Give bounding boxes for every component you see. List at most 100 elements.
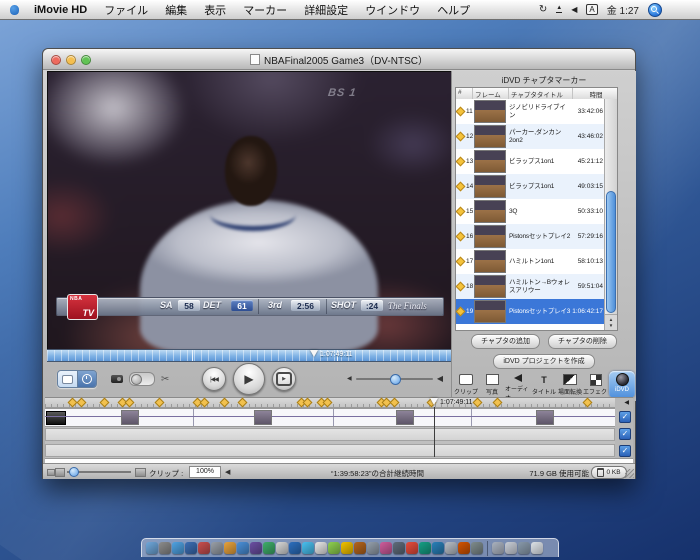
- video-track-checkbox[interactable]: ✓: [619, 411, 631, 423]
- create-idvd-project-button[interactable]: iDVD プロジェクトを作成: [493, 354, 594, 369]
- menu-help[interactable]: ヘルプ: [437, 2, 470, 18]
- menu-markers[interactable]: マーカー: [243, 2, 287, 18]
- volume-knob[interactable]: [390, 374, 401, 385]
- dock-icon[interactable]: [505, 542, 517, 554]
- chapter-row[interactable]: 17ハミルトン1on158:10:13: [456, 249, 605, 274]
- input-method-icon[interactable]: A: [586, 4, 597, 15]
- project-trash-button[interactable]: 0 KB: [591, 466, 627, 479]
- menu-advanced[interactable]: 詳細設定: [304, 2, 348, 18]
- dock-icon[interactable]: [185, 542, 197, 554]
- minimize-button[interactable]: [66, 55, 76, 65]
- zoom-button[interactable]: [81, 55, 91, 65]
- chapter-thumbnail: [474, 300, 506, 323]
- scrollbar-arrows[interactable]: ▲ ▼: [605, 314, 617, 330]
- audio1-track-checkbox[interactable]: ✓: [619, 428, 631, 440]
- dock-icon[interactable]: [393, 542, 405, 554]
- dock-icon[interactable]: [250, 542, 262, 554]
- volume-slider[interactable]: [356, 378, 433, 380]
- clip-segment-start[interactable]: [46, 411, 66, 425]
- dock-icon[interactable]: [198, 542, 210, 554]
- video-track[interactable]: [45, 408, 615, 427]
- chapter-row[interactable]: 11ジノビリドライブイン33:42:06: [456, 99, 605, 124]
- menu-edit[interactable]: 編集: [165, 2, 187, 18]
- chapter-row[interactable]: 12パーカー,ダンカン2on243:46:02: [456, 124, 605, 149]
- dock-icon[interactable]: [531, 542, 543, 554]
- tab-idvd[interactable]: iDVD: [609, 371, 635, 398]
- dock-icon[interactable]: [159, 542, 171, 554]
- delete-chapter-button[interactable]: チャプタの削除: [548, 334, 617, 349]
- chapter-row[interactable]: 14ビラップス1on149:03:15: [456, 174, 605, 199]
- chapter-row[interactable]: 19Pistonsセットプレイ31:06:42:17: [456, 299, 605, 324]
- sync-icon[interactable]: ↻: [539, 4, 547, 15]
- timeline-ruler[interactable]: [45, 398, 615, 408]
- tab-photos[interactable]: 写真: [479, 371, 505, 398]
- audio-track-1[interactable]: [45, 428, 615, 441]
- tab-audio[interactable]: オーディオ: [505, 371, 531, 398]
- dock-icon[interactable]: [224, 542, 236, 554]
- dock-icon[interactable]: [302, 542, 314, 554]
- clip-volume-icon[interactable]: ◀: [225, 468, 230, 476]
- chapter-row[interactable]: 13ビラップス1on145:21:12: [456, 149, 605, 174]
- dock-icon[interactable]: [471, 542, 483, 554]
- dock-icon[interactable]: [419, 542, 431, 554]
- clip-viewer-button[interactable]: [58, 371, 78, 387]
- play-button[interactable]: ▶: [233, 363, 265, 395]
- tab-transitions[interactable]: 場面転換: [557, 371, 583, 398]
- chapter-row[interactable]: 16Pistonsセットプレイ257:29:16: [456, 224, 605, 249]
- timeline-zoom-slider[interactable]: [67, 471, 131, 473]
- zoom-slider-knob[interactable]: [69, 467, 79, 477]
- audio-track-2[interactable]: [45, 444, 615, 457]
- tab-titles[interactable]: Tタイトル: [531, 371, 557, 398]
- chapter-scrollbar[interactable]: ▲ ▼: [604, 99, 617, 330]
- dock-icon[interactable]: [315, 542, 327, 554]
- title-bar[interactable]: NBAFinal2005 Game3（DV-NTSC）: [43, 49, 635, 70]
- dock-icon[interactable]: [328, 542, 340, 554]
- dock-icon[interactable]: [518, 542, 530, 554]
- chapter-row[interactable]: 18ハミルトン→Bウォレスアリウー59:51:04: [456, 274, 605, 299]
- dock-icon[interactable]: [146, 542, 158, 554]
- menu-app[interactable]: iMovie HD: [34, 4, 87, 16]
- resize-grip[interactable]: [625, 469, 634, 478]
- scroll-down-icon[interactable]: ▼: [609, 323, 613, 329]
- eject-icon[interactable]: ▲: [556, 6, 562, 13]
- dock-icon[interactable]: [237, 542, 249, 554]
- dock-icon[interactable]: [445, 542, 457, 554]
- tab-clips[interactable]: クリップ: [453, 371, 479, 398]
- dock-icon[interactable]: [354, 542, 366, 554]
- spotlight-icon[interactable]: [648, 3, 662, 17]
- timeline-viewer-button[interactable]: [78, 371, 97, 387]
- dock-icon[interactable]: [458, 542, 470, 554]
- dock-icon[interactable]: [172, 542, 184, 554]
- viewer-mode-switch[interactable]: [57, 370, 97, 388]
- menu-clock[interactable]: 金 1:27: [607, 2, 639, 17]
- menu-file[interactable]: ファイル: [104, 2, 148, 18]
- chapter-row[interactable]: 153Q50:33:10: [456, 199, 605, 224]
- volume-icon[interactable]: ◀: [571, 5, 577, 14]
- dock-icon[interactable]: [380, 542, 392, 554]
- menu-view[interactable]: 表示: [204, 2, 226, 18]
- dock-icon[interactable]: [263, 542, 275, 554]
- video-monitor[interactable]: BS 1 NBA TV SA 58 DET 61 3rd 2:56 SHOT :…: [47, 71, 453, 350]
- scrubber-playhead[interactable]: [310, 350, 318, 357]
- dock-icon[interactable]: [367, 542, 379, 554]
- fullscreen-button[interactable]: ▶: [272, 367, 296, 391]
- chapter-title: ハミルトン→Bウォレスアリウー: [507, 274, 572, 299]
- camera-edit-toggle[interactable]: [129, 372, 155, 386]
- scrollbar-thumb[interactable]: [606, 191, 616, 313]
- timeline-playhead[interactable]: [430, 398, 438, 405]
- audio2-track-checkbox[interactable]: ✓: [619, 445, 631, 457]
- close-button[interactable]: [51, 55, 61, 65]
- dock-icon[interactable]: [341, 542, 353, 554]
- apple-menu-icon[interactable]: [10, 5, 19, 15]
- dock-icon[interactable]: [276, 542, 288, 554]
- tab-effects[interactable]: エフェクト: [583, 371, 609, 398]
- clip-speed-field[interactable]: 100%: [189, 466, 221, 478]
- dock-icon[interactable]: [406, 542, 418, 554]
- dock-icon[interactable]: [492, 542, 504, 554]
- menu-window[interactable]: ウインドウ: [365, 2, 420, 18]
- add-chapter-button[interactable]: チャプタの追加: [471, 334, 540, 349]
- dock-icon[interactable]: [432, 542, 444, 554]
- rewind-button[interactable]: |◀◀: [202, 367, 226, 391]
- dock-icon[interactable]: [211, 542, 223, 554]
- dock-icon[interactable]: [289, 542, 301, 554]
